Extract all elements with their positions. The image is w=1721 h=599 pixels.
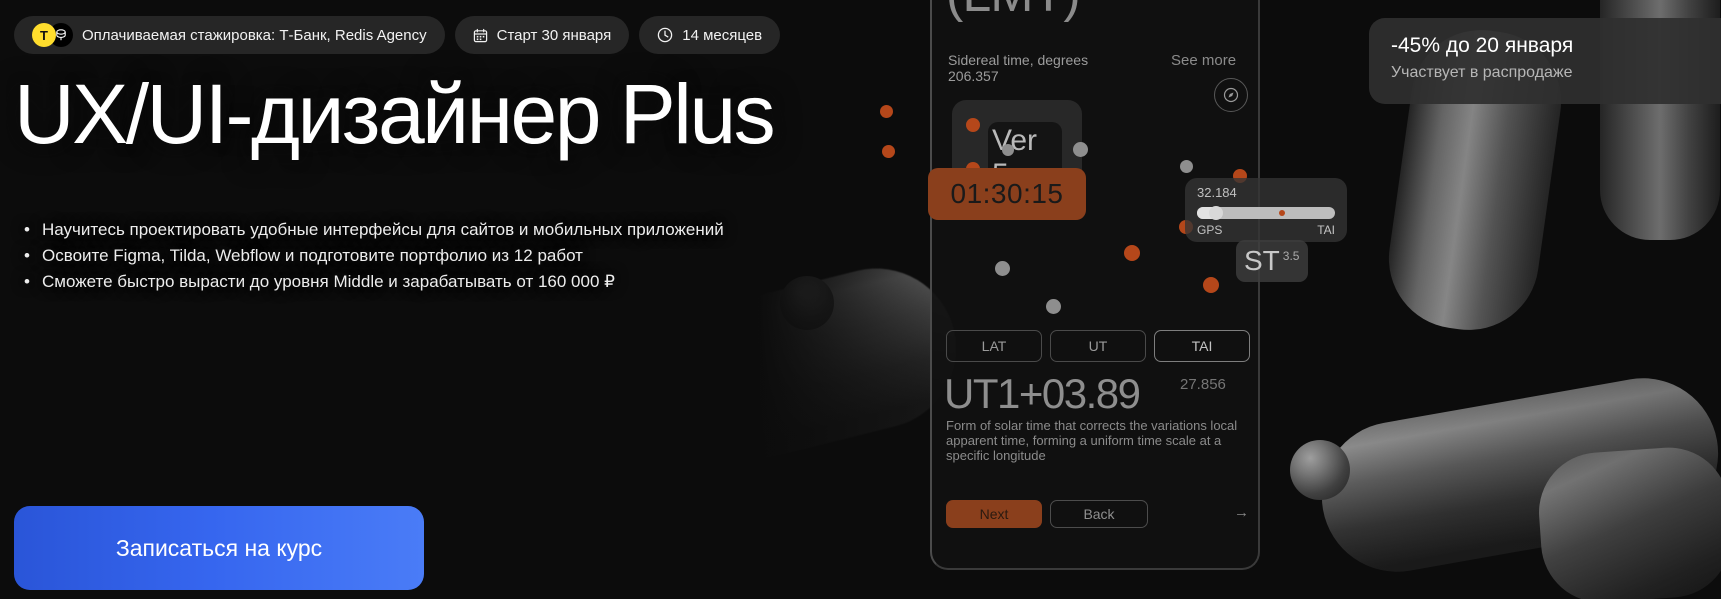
discount-card[interactable]: -45% до 20 января Участвует в распродаже bbox=[1369, 18, 1721, 104]
decor-dot-grey bbox=[1046, 299, 1061, 314]
arrow-right-icon[interactable]: → bbox=[1234, 504, 1249, 521]
segment-ut[interactable]: UT bbox=[1050, 330, 1146, 362]
compass-icon[interactable] bbox=[1214, 78, 1248, 112]
page-title: UX/UI-дизайнер Plus bbox=[14, 67, 776, 161]
st-badge-superscript: 3.5 bbox=[1282, 249, 1300, 263]
see-more-label[interactable]: See more bbox=[1171, 52, 1236, 69]
decor-dot-grey bbox=[995, 261, 1010, 276]
slider-labels: GPS TAI bbox=[1197, 223, 1335, 237]
hero-bullet-list: Научитесь проектировать удобные интерфей… bbox=[22, 218, 742, 296]
badge-start-date[interactable]: Старт 30 января bbox=[454, 16, 630, 54]
clock-icon bbox=[657, 27, 673, 43]
time-scale-segmented-control[interactable]: LAT UT TAI bbox=[946, 330, 1250, 362]
badge-duration-label: 14 месяцев bbox=[682, 26, 763, 44]
st-badge-label: ST bbox=[1244, 245, 1280, 276]
list-item: Освоите Figma, Tilda, Webflow и подготов… bbox=[22, 244, 742, 268]
lmt-title: (LMT) bbox=[946, 0, 1081, 24]
badge-duration[interactable]: 14 месяцев bbox=[639, 16, 781, 54]
slider-value: 32.184 bbox=[1197, 185, 1237, 200]
segment-lat[interactable]: LAT bbox=[946, 330, 1042, 362]
sidereal-label-text: Sidereal time, degrees bbox=[948, 52, 1089, 68]
list-item: Научитесь проектировать удобные интерфей… bbox=[22, 218, 742, 242]
list-item: Сможете быстро вырасти до уровня Middle … bbox=[22, 270, 742, 294]
sidereal-label: Sidereal time, degrees 206.357 bbox=[948, 52, 1088, 84]
page-root: (LMT) Sidereal time, degrees 206.357 Ver… bbox=[0, 0, 1721, 599]
decor-dot-orange bbox=[1203, 277, 1219, 293]
time-description: Form of solar time that corrects the var… bbox=[946, 418, 1238, 463]
slider-marker bbox=[1279, 210, 1285, 216]
segment-tai[interactable]: TAI bbox=[1154, 330, 1250, 362]
time-chip: 01:30:15 bbox=[928, 168, 1086, 220]
decor-dot-grey bbox=[1073, 142, 1088, 157]
decor-dot-orange bbox=[882, 145, 895, 158]
discount-title: -45% до 20 января bbox=[1391, 34, 1574, 57]
badge-row: T Оплачиваемая стажировка: Т-Банк, Redis… bbox=[14, 16, 781, 54]
decor-dot-orange bbox=[880, 105, 893, 118]
slider-label-gps: GPS bbox=[1197, 223, 1223, 237]
slider-widget[interactable]: 32.184 GPS TAI bbox=[1185, 178, 1347, 242]
decor-dot-orange bbox=[966, 118, 980, 132]
next-button[interactable]: Next bbox=[946, 500, 1042, 528]
big-time-value: UT1+03.89 bbox=[944, 370, 1141, 417]
decor-dot-grey bbox=[1180, 160, 1193, 173]
superscript-value: 27.856 bbox=[1180, 376, 1226, 393]
tbank-redis-logos: T bbox=[32, 23, 73, 47]
discount-subtitle: Участвует в распродаже bbox=[1391, 64, 1573, 81]
calendar-icon bbox=[473, 28, 488, 43]
sidereal-value: 206.357 bbox=[948, 68, 999, 84]
slider-knob[interactable] bbox=[1209, 206, 1223, 220]
decor-dot-grey bbox=[1002, 144, 1014, 156]
slider-track[interactable] bbox=[1197, 206, 1335, 220]
mock-nav-row: Next Back bbox=[946, 500, 1148, 528]
back-button[interactable]: Back bbox=[1050, 500, 1148, 528]
slider-label-tai: TAI bbox=[1317, 223, 1335, 237]
st-badge: ST 3.5 bbox=[1236, 240, 1308, 282]
badge-start-date-label: Старт 30 января bbox=[496, 26, 612, 44]
tbank-logo-icon: T bbox=[32, 23, 56, 47]
enroll-button[interactable]: Записаться на курс bbox=[14, 506, 424, 590]
decor-dot-orange bbox=[1124, 245, 1140, 261]
badge-internship[interactable]: T Оплачиваемая стажировка: Т-Банк, Redis… bbox=[14, 16, 445, 54]
badge-internship-label: Оплачиваемая стажировка: Т-Банк, Redis A… bbox=[82, 26, 427, 44]
